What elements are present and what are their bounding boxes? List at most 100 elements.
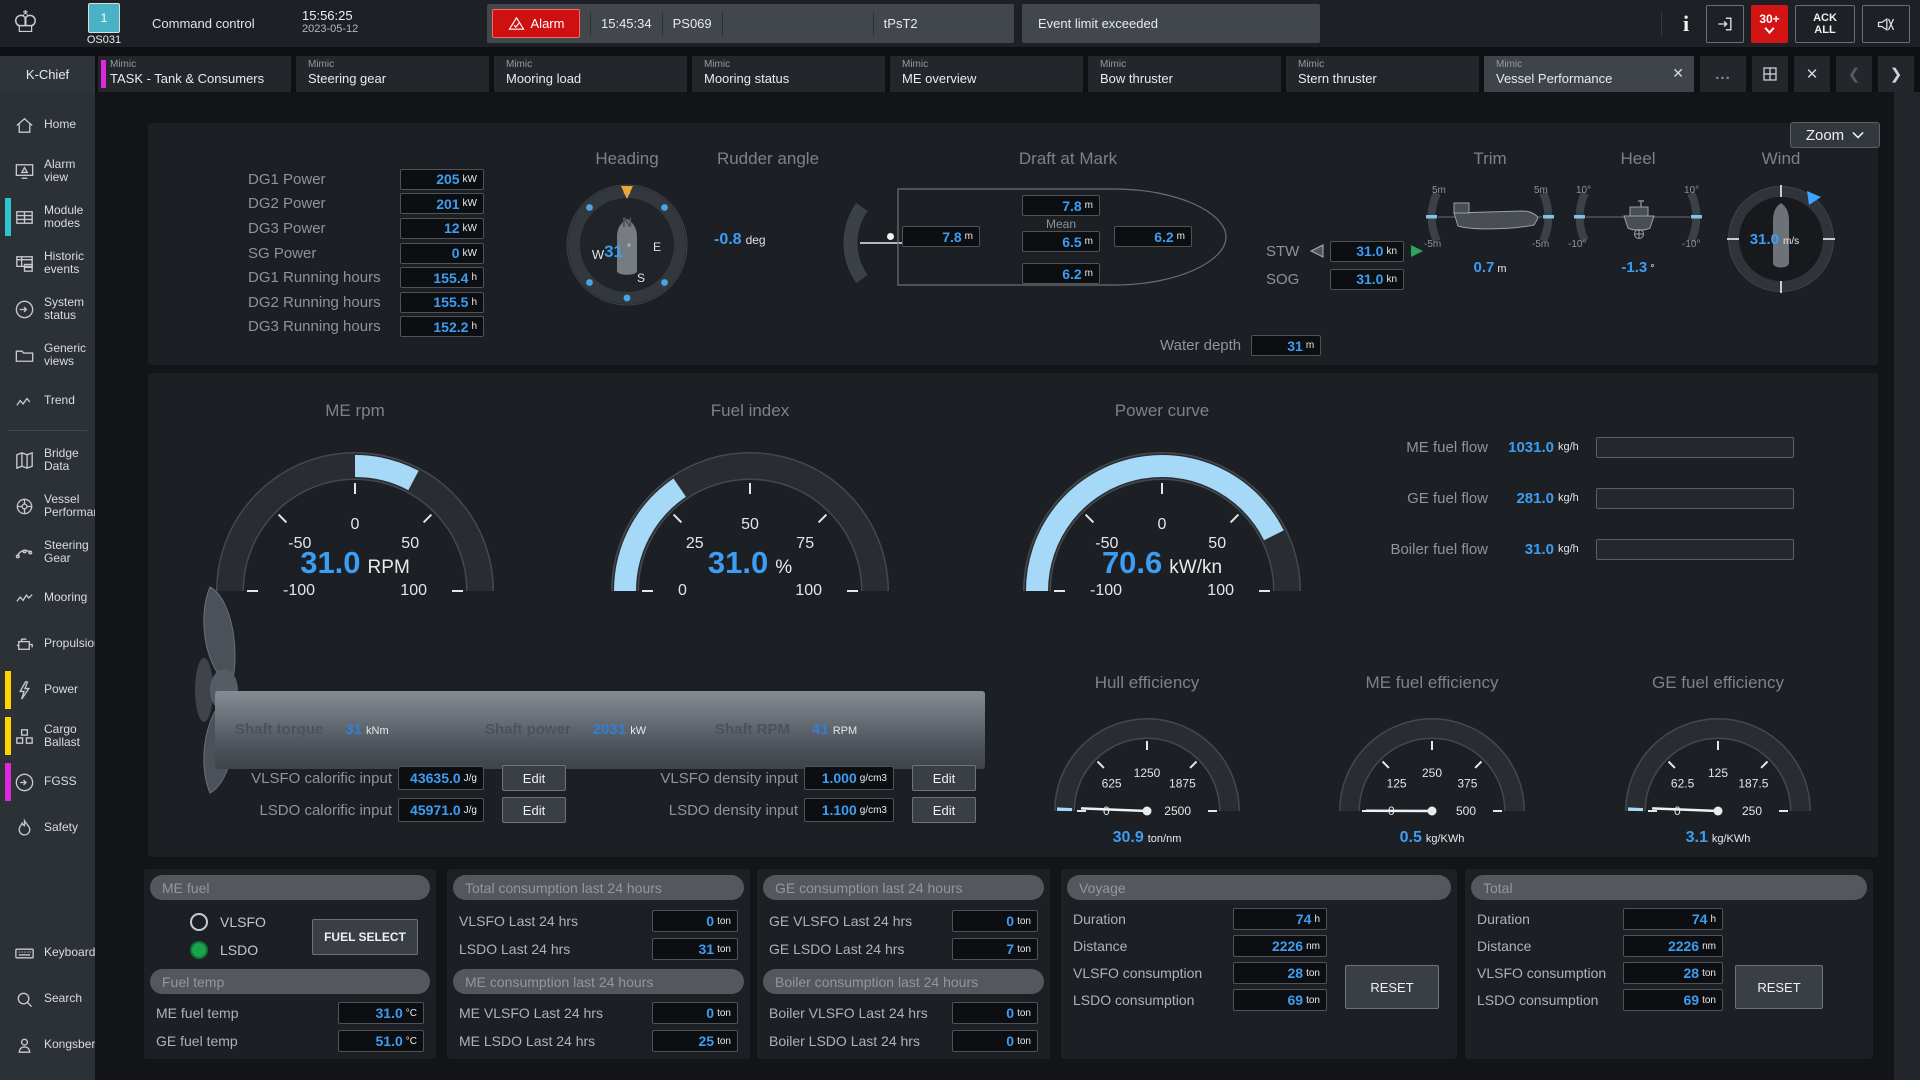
- speed-decrease-icon[interactable]: [1309, 243, 1325, 259]
- navigation-status-panel: DG1 Power205kW DG2 Power201kW DG3 Power1…: [148, 123, 1878, 365]
- svg-text:-5m: -5m: [1424, 239, 1441, 250]
- tab-me-overview[interactable]: Mimic ME overview: [890, 56, 1083, 92]
- sidebar-item-alarm-view[interactable]: Alarm view: [0, 148, 95, 194]
- info-icon[interactable]: i: [1673, 11, 1699, 37]
- ship-wheel-icon: [13, 495, 36, 518]
- sidebar-item-search[interactable]: Search: [0, 976, 95, 1022]
- sidebar-item-cargo-ballast[interactable]: Cargo Ballast: [0, 713, 95, 759]
- lsdo-radio[interactable]: [190, 941, 208, 959]
- sidebar-item-vessel-performance[interactable]: Vessel Performan...: [0, 483, 95, 529]
- value-box: 201kW: [400, 193, 484, 214]
- sidebar-item-module-modes[interactable]: Module modes: [0, 194, 95, 240]
- panel-header: GE consumption last 24 hours: [763, 875, 1044, 900]
- ge-fuel-flow-row: GE fuel flow281.0kg/h: [1328, 487, 1808, 509]
- table-row: LSDO consumption 69ton: [1477, 988, 1723, 1012]
- station-indicator[interactable]: 1 OS031: [84, 3, 124, 46]
- cargo-ballast-icon: [13, 725, 36, 748]
- horn-silence-button[interactable]: [1862, 5, 1910, 43]
- vlsfo-density-edit-button[interactable]: Edit: [912, 765, 976, 791]
- svg-text:1875: 1875: [1169, 777, 1196, 791]
- dg-power-list: DG1 Power205kW DG2 Power201kW DG3 Power1…: [248, 167, 484, 339]
- sidebar-item-fgss[interactable]: FGSS: [0, 759, 95, 805]
- sidebar-item-generic-views[interactable]: Generic views: [0, 332, 95, 378]
- me-fuel-temp-row: ME fuel temp 31.0°C: [156, 1001, 424, 1025]
- sidebar-item-trend[interactable]: Trend: [0, 378, 95, 424]
- tab-next-button[interactable]: ❯: [1878, 56, 1914, 92]
- tab-stern-thruster[interactable]: Mimic Stern thruster: [1286, 56, 1479, 92]
- vlsfo-radio-row[interactable]: VLSFO: [190, 913, 266, 931]
- divider: [873, 12, 874, 36]
- value-box: 69ton: [1233, 989, 1327, 1011]
- kongsberg-crown-logo: ♔: [12, 4, 39, 42]
- sidebar-item-system-status[interactable]: System status: [0, 286, 95, 332]
- dg-row: DG2 Power201kW: [248, 192, 484, 217]
- svg-text:187.5: 187.5: [1738, 777, 1768, 791]
- tab-close-icon[interactable]: ✕: [1672, 65, 1684, 82]
- sidebar-item-power[interactable]: Power: [0, 667, 95, 713]
- value-box: 25ton: [652, 1030, 738, 1052]
- tab-vessel-performance[interactable]: Mimic Vessel Performance ✕: [1484, 56, 1694, 92]
- value-box: 155.5h: [400, 292, 484, 313]
- voyage-reset-button[interactable]: RESET: [1345, 965, 1439, 1009]
- svg-text:2500: 2500: [1164, 804, 1191, 818]
- export-view-button[interactable]: [1706, 5, 1744, 43]
- sidebar-item-safety[interactable]: Safety: [0, 805, 95, 851]
- alarm-button[interactable]: Alarm: [492, 9, 580, 38]
- export-icon: [1715, 14, 1735, 34]
- water-depth-row: Water depth 31m: [1160, 335, 1321, 356]
- sidebar-item-propulsion[interactable]: Propulsion: [0, 621, 95, 667]
- sidebar-item-bridge-data[interactable]: Bridge Data: [0, 437, 95, 483]
- value-box: 28ton: [1233, 962, 1327, 984]
- top-bar-actions: i 30+ ACK ALL: [1661, 4, 1910, 43]
- sidebar-item-kongsberg-user[interactable]: Kongsberg: [0, 1022, 95, 1068]
- tab-mooring-load[interactable]: Mimic Mooring load: [494, 56, 687, 92]
- mimic-tab-bar: K-Chief Mimic TASK - Tank & Consumers Mi…: [0, 47, 1920, 92]
- tab-more-button[interactable]: ...: [1700, 56, 1746, 92]
- fuel-select-button[interactable]: FUEL SELECT: [312, 919, 418, 955]
- panel-header: Voyage: [1067, 875, 1451, 900]
- tab-bow-thruster[interactable]: Mimic Bow thruster: [1088, 56, 1281, 92]
- boiler-fuel-flow-bar: [1596, 539, 1794, 560]
- clock-date: 2023-05-12: [302, 23, 358, 35]
- tab-prev-button[interactable]: ❮: [1836, 56, 1872, 92]
- command-control-label: Command control: [152, 16, 255, 31]
- vlsfo-calorific-edit-button[interactable]: Edit: [502, 765, 566, 791]
- event-message-strip: Event limit exceeded: [1022, 4, 1320, 43]
- layout-grid-button[interactable]: [1752, 56, 1788, 92]
- svg-text:0: 0: [351, 516, 360, 533]
- ack-all-button[interactable]: ACK ALL: [1795, 5, 1855, 43]
- home-icon: [13, 114, 36, 137]
- keyboard-icon: [13, 942, 36, 965]
- svg-text:70.6kW/kn: 70.6kW/kn: [1102, 545, 1222, 580]
- divider: [590, 12, 591, 36]
- vlsfo-radio[interactable]: [190, 913, 208, 931]
- lsdo-calorific-edit-button[interactable]: Edit: [502, 797, 566, 823]
- dg-row: DG1 Power205kW: [248, 167, 484, 192]
- table-row: Distance 2226nm: [1477, 934, 1723, 958]
- lsdo-radio-row[interactable]: LSDO: [190, 941, 258, 959]
- sidebar-item-steering-gear[interactable]: Steering Gear: [0, 529, 95, 575]
- alarm-button-label: Alarm: [531, 16, 565, 31]
- svg-text:m/s: m/s: [1783, 236, 1799, 247]
- svg-text:100: 100: [400, 582, 427, 599]
- panel-header: Total consumption last 24 hours: [453, 875, 744, 900]
- gauge-fuel-index: Fuel index025507510031.0%: [590, 401, 910, 607]
- tab-mooring-status[interactable]: Mimic Mooring status: [692, 56, 885, 92]
- alarm-count-button[interactable]: 30+: [1751, 5, 1788, 43]
- sidebar-item-keyboard[interactable]: Keyboard: [0, 930, 95, 976]
- sidebar-item-mooring[interactable]: Mooring: [0, 575, 95, 621]
- heel-gauge: 10° -10° 10° -10°: [1558, 181, 1718, 257]
- lsdo-density-edit-button[interactable]: Edit: [912, 797, 976, 823]
- zoom-dropdown-button[interactable]: Zoom: [1790, 122, 1880, 148]
- tab-task-tank-consumers[interactable]: Mimic TASK - Tank & Consumers: [98, 56, 291, 92]
- lsdo-density-value: 1.100g/cm3: [804, 798, 894, 822]
- draft-port-value: 7.8m: [902, 226, 980, 247]
- tab-steering-gear[interactable]: Mimic Steering gear: [296, 56, 489, 92]
- scroll-gutter[interactable]: [1894, 92, 1920, 1080]
- svg-text:500: 500: [1456, 804, 1476, 818]
- horn-muted-icon: [1876, 14, 1896, 34]
- sidebar-item-historic-events[interactable]: Historic events: [0, 240, 95, 286]
- total-reset-button[interactable]: RESET: [1735, 965, 1823, 1009]
- close-all-button[interactable]: ✕: [1794, 56, 1830, 92]
- sidebar-item-home[interactable]: Home: [0, 102, 95, 148]
